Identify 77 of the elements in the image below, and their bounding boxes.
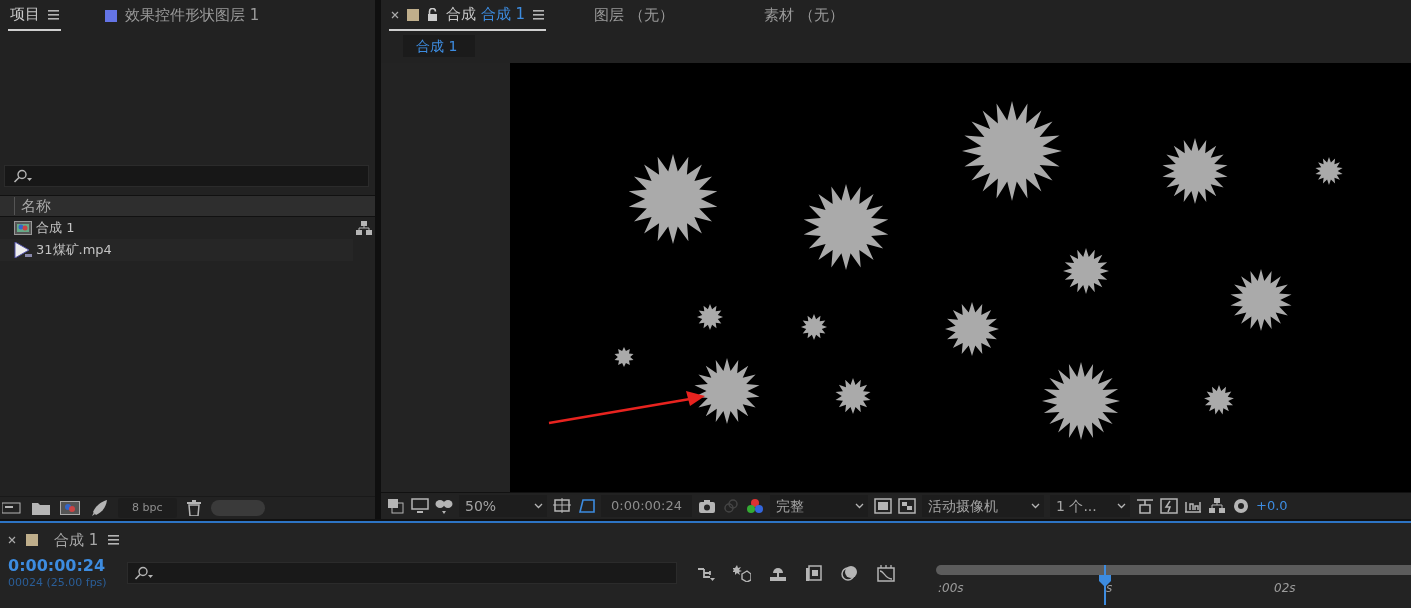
playhead-handle[interactable]	[1097, 565, 1112, 605]
composition-flowchart-icon[interactable]	[696, 565, 715, 582]
search-icon[interactable]	[13, 169, 33, 183]
starburst-shape	[1315, 157, 1343, 185]
lock-icon[interactable]	[427, 8, 438, 21]
project-item[interactable]: 合成 1	[0, 217, 375, 239]
chevron-down-icon	[855, 503, 865, 509]
menu-icon[interactable]	[533, 9, 545, 20]
column-header[interactable]: 名称	[0, 195, 375, 217]
ruler-label: 02s	[1274, 580, 1296, 597]
views-dropdown[interactable]: 1 个...	[1050, 495, 1131, 517]
viewer-tab[interactable]: 素材 （无）	[761, 2, 846, 30]
timeline-title[interactable]: 合成 1	[54, 528, 99, 552]
shy-layers-icon[interactable]	[768, 565, 787, 582]
chevron-down-icon	[1031, 503, 1041, 509]
motion-blur-icon[interactable]	[840, 565, 859, 582]
starburst-shape	[614, 347, 634, 367]
chevron-down-icon	[534, 503, 543, 509]
starburst-shape	[1204, 385, 1234, 415]
flowchart-icon[interactable]	[1208, 498, 1227, 514]
project-item[interactable]: 31煤矿.mp4	[0, 239, 353, 261]
grid-icon[interactable]	[553, 498, 571, 514]
search-field[interactable]	[4, 165, 369, 187]
graph-editor-icon[interactable]	[876, 565, 895, 582]
resolution-dropdown[interactable]: 完整	[770, 495, 869, 517]
zoom-dropdown[interactable]: 50%	[459, 495, 547, 517]
monitor-icon[interactable]	[411, 498, 429, 514]
region-icon[interactable]	[874, 498, 893, 514]
starburst-shape	[801, 314, 827, 340]
draft-3d-icon[interactable]	[732, 565, 751, 582]
scrollbar-thumb[interactable]	[210, 500, 265, 516]
camera-dropdown[interactable]: 活动摄像机	[922, 495, 1045, 517]
fast-preview-icon[interactable]	[1160, 498, 1179, 514]
color-swatch-icon	[26, 534, 38, 546]
flowchart-icon[interactable]	[356, 221, 372, 235]
panel-tab[interactable]: 项目	[8, 1, 61, 31]
color-swatch-icon	[407, 8, 419, 21]
starburst-shape	[835, 378, 871, 414]
current-time[interactable]: 0:00:00:24	[8, 557, 107, 575]
starburst-shape	[945, 302, 999, 356]
color-swatch-icon	[105, 9, 117, 22]
checkerboard-icon[interactable]	[898, 498, 917, 514]
reset-exposure-icon[interactable]	[1136, 498, 1155, 514]
starburst-shape	[694, 358, 760, 424]
folder-icon[interactable]	[32, 501, 50, 515]
starburst-shape	[1162, 138, 1228, 204]
frame-info: 00024 (25.00 fps)	[8, 575, 107, 591]
menu-icon[interactable]	[108, 535, 120, 545]
starburst-shape	[1063, 248, 1109, 294]
camera-icon[interactable]	[698, 498, 717, 514]
search-icon[interactable]	[133, 566, 154, 580]
composition-icon	[14, 221, 32, 235]
close-icon[interactable]	[8, 536, 16, 544]
bit-depth-button[interactable]: 8 bpc	[118, 497, 177, 519]
starburst-shape	[697, 304, 723, 330]
panel-tab[interactable]: 效果控件形状图层 1	[103, 2, 262, 30]
timeline-search-field[interactable]	[126, 562, 677, 584]
new-composition-icon[interactable]	[60, 501, 80, 515]
frame-blending-icon[interactable]	[804, 565, 823, 582]
viewer-tab[interactable]: 图层 （无）	[592, 2, 676, 30]
breadcrumb-button[interactable]: 合成 1	[403, 35, 476, 57]
color-channels-icon[interactable]	[746, 498, 765, 514]
trash-icon[interactable]	[186, 500, 201, 516]
chevron-down-icon	[1117, 503, 1127, 509]
ruler-label: :00s	[938, 580, 964, 597]
viewer-tab[interactable]: 合成 合成 1	[389, 1, 547, 31]
menu-icon[interactable]	[48, 9, 59, 20]
starburst-shape	[1230, 269, 1292, 331]
exposure-value[interactable]: +0.0	[1256, 496, 1288, 516]
mask-icon[interactable]	[435, 498, 453, 514]
timecode-display[interactable]: 0:00:00:24	[601, 495, 693, 517]
ruler-label: s	[1106, 580, 1113, 597]
interpret-footage-icon[interactable]	[2, 501, 22, 515]
transparency-icon[interactable]	[577, 498, 595, 514]
video-file-icon	[14, 242, 32, 258]
close-icon[interactable]	[391, 10, 399, 19]
layers-icon[interactable]	[387, 498, 405, 514]
